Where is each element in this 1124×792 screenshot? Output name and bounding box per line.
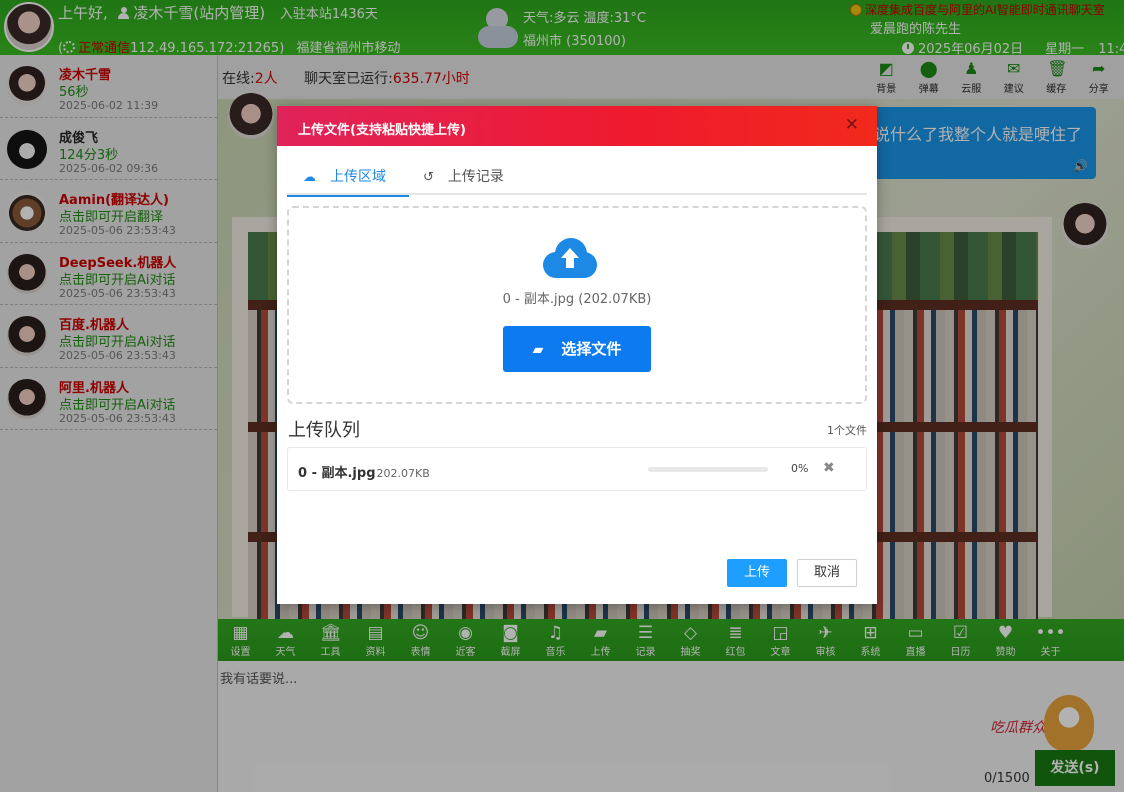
queue-title: 上传队列 [288, 420, 360, 441]
tab-label: 上传记录 [447, 169, 504, 185]
modal-title: 上传文件(支持粘贴快捷上传) [298, 123, 466, 138]
upload-progress-bar [648, 467, 768, 472]
cloud-upload-icon [543, 238, 597, 278]
upload-button[interactable]: 上传 [727, 559, 787, 587]
tab-upload-area[interactable]: ☁ 上传区域 [287, 157, 409, 197]
upload-tabs: ☁ 上传区域 ↺ 上传记录 [287, 157, 867, 197]
selected-file-info: 0 - 副本.jpg (202.07KB) [502, 292, 652, 307]
file-name: 0 - 副本.jpg [298, 466, 376, 481]
tab-upload-history[interactable]: ↺ 上传记录 [423, 157, 504, 195]
remove-file-icon[interactable]: ✖ [823, 460, 835, 476]
cloud-upload-icon: ☁ [303, 170, 316, 185]
choose-file-button[interactable]: ▰ 选择文件 [503, 326, 651, 372]
tab-label: 上传区域 [330, 169, 386, 185]
choose-file-label: 选择文件 [561, 340, 622, 358]
close-icon[interactable]: ✕ [845, 117, 859, 134]
history-icon: ↺ [423, 170, 434, 185]
modal-header: 上传文件(支持粘贴快捷上传) ✕ [277, 106, 877, 146]
upload-modal: 上传文件(支持粘贴快捷上传) ✕ ☁ 上传区域 ↺ 上传记录 0 - 副本.jpg … [277, 106, 877, 604]
upload-dropzone[interactable]: 0 - 副本.jpg (202.07KB) ▰ 选择文件 [287, 206, 867, 404]
folder-open-icon: ▰ [532, 342, 544, 358]
queue-item: 0 - 副本.jpg202.07KB 0% ✖ [287, 447, 867, 491]
cancel-button[interactable]: 取消 [797, 559, 857, 587]
upload-progress-text: 0% [791, 462, 809, 475]
file-size: 202.07KB [376, 467, 430, 480]
queue-file-name: 0 - 副本.jpg202.07KB [298, 462, 430, 481]
queue-count: 1个文件 [827, 424, 867, 437]
